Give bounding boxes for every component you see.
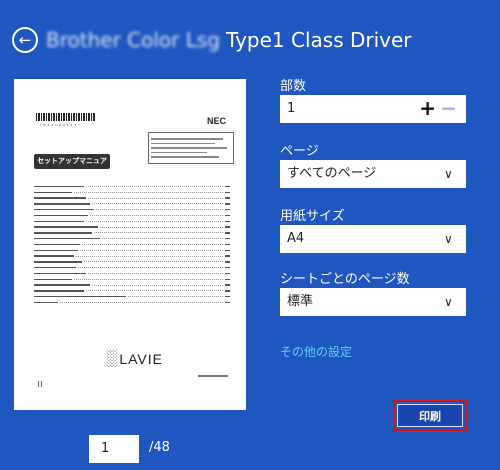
back-button[interactable]: ← [12,27,38,53]
footer-code [198,375,228,377]
arrow-left-icon: ← [18,30,32,49]
print-button-highlight: 印刷 [393,400,467,431]
paper-size-label: 用紙サイズ [280,209,345,224]
document-title: セットアップマニュアル [34,154,110,180]
copies-value[interactable]: 1 [287,101,295,116]
chevron-down-icon: ∨ [444,232,453,246]
pages-per-sheet-value: 標準 [287,294,314,309]
table-of-contents [34,184,230,306]
pages-select[interactable]: すべてのページ ∨ [280,160,466,188]
pages-label: ページ [280,144,319,159]
printer-name-obscured: Brother Color Lsg [46,28,220,52]
barcode-number: * 8 1 1 1 0 0 6 2 7 * [40,123,81,127]
paper-size-value: A4 [287,231,305,246]
copies-stepper[interactable]: 1 + − [280,95,466,123]
barcode-image [36,113,96,121]
copies-label: 部数 [280,79,307,94]
decrement-button[interactable]: − [440,95,457,121]
current-page-input[interactable]: 1 [89,435,139,463]
paper-size-select[interactable]: A4 ∨ [280,225,466,253]
chevron-down-icon: ∨ [444,167,453,181]
increment-button[interactable]: + [419,95,436,121]
pages-value: すべてのページ [287,166,377,181]
page-title: Brother Color Lsg Type1 Class Driver [46,28,412,52]
lavie-mark-icon: ░ [106,350,119,367]
print-preview-page: * 8 1 1 1 0 0 6 2 7 * NEC セットアップマニュアル ░ L… [14,79,246,410]
chevron-down-icon: ∨ [444,295,453,309]
more-settings-link[interactable]: その他の設定 [280,343,352,360]
lavie-logo: ░ LAVIE [106,350,163,367]
pages-per-sheet-label: シートごとのページ数 [280,272,410,287]
notice-box [148,132,234,164]
footer-mark [38,381,42,387]
nec-logo: NEC [206,116,226,126]
pages-per-sheet-select[interactable]: 標準 ∨ [280,288,466,316]
print-button[interactable]: 印刷 [397,404,463,427]
printer-driver-name: Type1 Class Driver [225,28,412,52]
total-pages-label: /48 [149,440,170,455]
